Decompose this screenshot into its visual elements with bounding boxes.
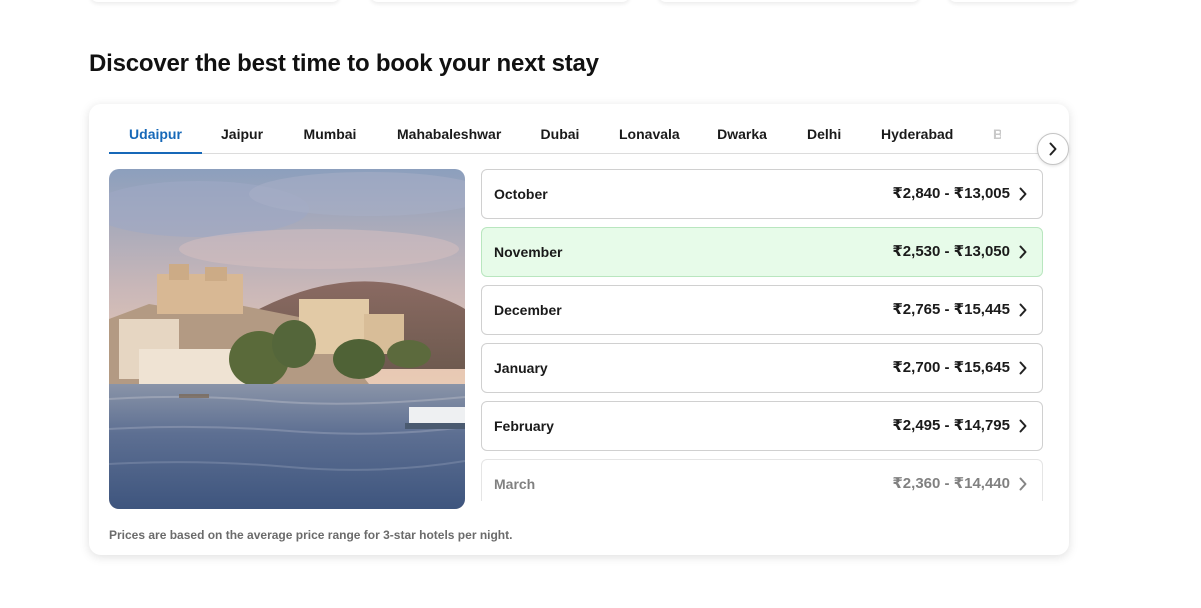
tab-partial[interactable]: B [993,118,1001,153]
chevron-right-icon [1019,361,1027,375]
month-name: October [494,186,548,202]
price-range: ₹2,765 - ₹15,445 [892,301,1010,318]
month-row-october[interactable]: October ₹2,840 - ₹13,005 [481,169,1043,219]
previous-section-cards [0,0,1201,6]
tab-dubai[interactable]: Dubai [540,118,580,153]
price-range: ₹2,530 - ₹13,050 [892,243,1010,260]
city-photo [109,169,465,509]
chevron-right-icon [1019,187,1027,201]
month-name: December [494,302,562,318]
chevron-right-icon [1019,419,1027,433]
previous-card [90,0,340,2]
chevron-right-icon [1019,477,1027,491]
tab-mahabaleshwar[interactable]: Mahabaleshwar [397,118,501,153]
price-range: ₹2,700 - ₹15,645 [892,359,1010,376]
month-row-november[interactable]: November ₹2,530 - ₹13,050 [481,227,1043,277]
tab-hyderabad[interactable]: Hyderabad [881,118,953,153]
tab-jaipur[interactable]: Jaipur [221,118,263,153]
tab-mumbai[interactable]: Mumbai [302,118,358,153]
tab-udaipur[interactable]: Udaipur [109,118,202,154]
previous-card [658,0,920,2]
price-range: ₹2,840 - ₹13,005 [892,185,1010,202]
tabs-next-button[interactable] [1037,133,1069,165]
udaipur-lake-palace-image [109,169,465,509]
previous-card [948,0,1078,2]
month-name: January [494,360,548,376]
section-title: Discover the best time to book your next… [89,50,599,77]
month-name: March [494,476,536,492]
price-footnote: Prices are based on the average price ra… [109,528,513,542]
month-row-january[interactable]: January ₹2,700 - ₹15,645 [481,343,1043,393]
tab-lonavala[interactable]: Lonavala [619,118,680,153]
monthly-price-list: October ₹2,840 - ₹13,005 November ₹2,530… [481,169,1043,501]
month-row-february[interactable]: February ₹2,495 - ₹14,795 [481,401,1043,451]
best-time-card: Udaipur Jaipur Mumbai Mahabaleshwar Duba… [89,104,1069,555]
month-name: February [494,418,554,434]
month-row-december[interactable]: December ₹2,765 - ₹15,445 [481,285,1043,335]
price-range: ₹2,495 - ₹14,795 [892,417,1010,434]
chevron-right-icon [1019,245,1027,259]
tab-dwarka[interactable]: Dwarka [717,118,767,153]
previous-card [370,0,630,2]
chevron-right-icon [1019,303,1027,317]
tab-delhi[interactable]: Delhi [807,118,841,153]
month-row-march[interactable]: March ₹2,360 - ₹14,440 [481,459,1043,501]
month-name: November [494,244,563,260]
chevron-right-icon [1049,142,1057,156]
price-range: ₹2,360 - ₹14,440 [892,475,1010,492]
city-tabs: Udaipur Jaipur Mumbai Mahabaleshwar Duba… [109,118,1069,165]
